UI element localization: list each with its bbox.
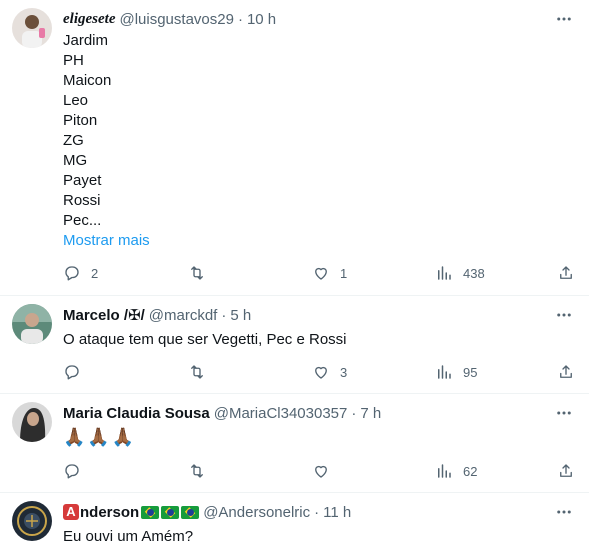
more-icon[interactable] [553,304,575,326]
display-name[interactable]: Marcelo /✠/ [63,306,145,324]
like-icon [315,366,327,379]
views-button[interactable]: 95 [435,362,477,382]
timestamp[interactable]: 7 h [360,405,381,422]
like-button[interactable] [312,461,340,481]
share-button[interactable] [557,362,575,382]
retweet-button[interactable] [188,461,216,481]
like-icon [315,465,327,478]
action-bar: 2 1 438 [63,263,575,283]
retweet-icon [191,464,203,478]
timestamp[interactable]: 10 h [247,11,276,28]
separator: · [237,10,243,28]
view-count: 62 [463,463,478,479]
more-icon[interactable] [553,402,575,424]
reply-feed: eligesete @luisgustavos29 · 10 h Jardim … [0,0,589,557]
user-handle[interactable]: @Andersonelric [203,504,310,521]
views-icon [438,365,451,379]
text-line: Leo [63,92,89,109]
avatar[interactable] [12,501,52,541]
user-handle[interactable]: @MariaCl34030357 [214,405,348,422]
retweet-icon [191,365,203,379]
share-button[interactable] [557,263,575,283]
tweet-text: Eu ouvi um Amém? [63,528,194,545]
view-count: 95 [463,364,478,380]
reply-icon [65,365,79,380]
brazil-flag-icon [141,505,160,519]
retweet-button[interactable] [188,263,216,283]
tweet[interactable]: eligesete @luisgustavos29 · 10 h Jardim … [0,0,589,296]
tweet-header: Marcelo /✠/ @marckdf · 5 h [63,304,251,326]
timestamp[interactable]: 11 h [323,504,351,521]
tweet[interactable]: A nderson @Andersonelric · 11 h Eu ouvi … [0,493,589,557]
view-count: 438 [463,265,485,281]
reply-icon [65,464,79,479]
text-line: Piton [63,112,98,129]
show-more-link[interactable]: Mostrar mais [63,231,150,251]
share-button[interactable] [557,461,575,481]
user-handle[interactable]: @marckdf [149,307,218,324]
tweet[interactable]: Marcelo /✠/ @marckdf · 5 h O ataque tem … [0,296,589,394]
user-handle[interactable]: @luisgustavos29 [119,11,233,28]
tweet-header: eligesete @luisgustavos29 · 10 h [63,8,276,30]
share-icon [560,266,572,279]
name-badge-icon: A [63,504,79,520]
text-line: ZG [63,132,84,149]
separator: · [314,503,320,521]
like-icon [315,267,327,280]
avatar[interactable] [12,304,52,344]
text-line: Pec... [63,212,102,229]
reply-button[interactable] [63,362,91,382]
reply-button[interactable] [63,461,91,481]
like-count: 1 [340,265,348,281]
text-line: Payet [63,172,102,189]
views-icon [438,266,451,280]
text-line: MG [63,152,88,169]
display-name[interactable]: Maria Claudia Sousa [63,405,210,422]
display-name[interactable]: nderson [80,504,139,521]
views-button[interactable]: 438 [435,263,485,283]
separator: · [351,404,357,422]
text-line: Rossi [63,192,101,209]
tweet-text: O ataque tem que ser Vegetti, Pec e Ross… [63,331,347,348]
share-icon [560,464,572,477]
avatar[interactable] [12,402,52,442]
brazil-flag-icon [181,505,200,519]
tweet-text: Jardim PH Maicon Leo Piton ZG MG Payet R… [63,31,150,251]
like-button[interactable]: 1 [312,263,347,283]
action-bar: 3 95 [63,362,575,382]
like-count: 3 [340,364,348,380]
text-line: Jardim [63,32,109,49]
tweet-text: 🙏🏾🙏🏾🙏🏾 [63,427,137,447]
display-name[interactable]: eligesete [63,11,115,28]
reply-icon [65,266,79,281]
more-icon[interactable] [553,8,575,30]
tweet[interactable]: Maria Claudia Sousa @MariaCl34030357 · 7… [0,394,589,493]
tweet-header: A nderson @Andersonelric · 11 h [63,501,351,523]
timestamp[interactable]: 5 h [230,307,251,324]
share-icon [560,365,572,378]
tweet-header: Maria Claudia Sousa @MariaCl34030357 · 7… [63,402,381,424]
more-icon[interactable] [553,501,575,523]
text-line: Maicon [63,72,112,89]
like-button[interactable]: 3 [312,362,347,382]
separator: · [221,306,227,324]
views-icon [438,464,451,478]
reply-button[interactable]: 2 [63,263,98,283]
text-line: PH [63,52,84,69]
brazil-flag-icon [161,505,180,519]
views-button[interactable]: 62 [435,461,477,481]
retweet-button[interactable] [188,362,216,382]
action-bar: 62 [63,461,575,481]
avatar[interactable] [12,8,52,48]
retweet-icon [191,266,203,280]
reply-count: 2 [91,265,99,281]
